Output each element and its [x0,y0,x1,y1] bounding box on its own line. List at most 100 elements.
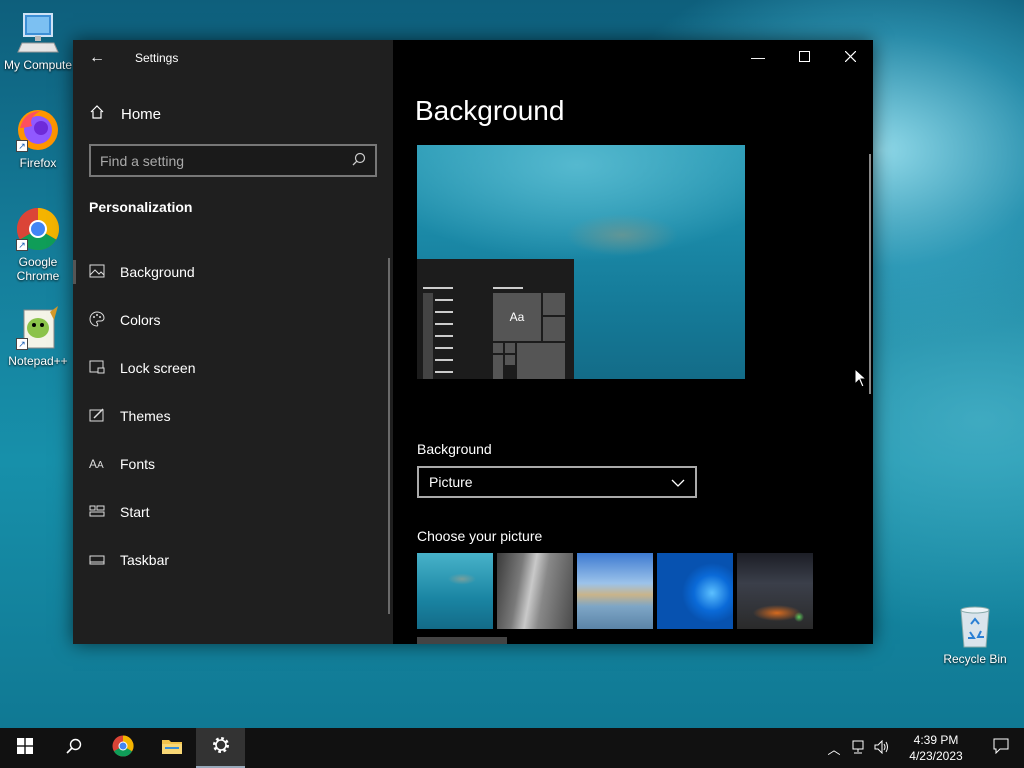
fonts-icon: AA [89,457,104,471]
desktop-icon-label: Firefox [19,156,57,170]
background-preview: Aa [417,145,745,379]
nav-item-background[interactable]: Background [73,248,393,296]
settings-window: ← Settings Home Find a setting Personali… [73,40,873,644]
volume-icon[interactable] [870,739,894,757]
nav-item-label: Fonts [120,456,156,472]
picture-thumb-night-sky[interactable] [737,553,813,629]
taskbar-icon [89,552,109,568]
minimize-icon: — [751,49,765,65]
desktop-icon-chrome[interactable]: ↗ Google Chrome [0,205,76,283]
thumbnail-row-partial [417,637,507,644]
settings-content-pane: — Background Aa Background Picture Choos… [393,40,873,644]
dropdown-value: Picture [429,474,473,490]
shortcut-arrow-icon: ↗ [16,239,28,251]
start-button[interactable] [0,728,49,768]
home-icon [89,104,109,124]
shortcut-arrow-icon: ↗ [16,140,28,152]
picture-thumb-rock[interactable] [497,553,573,629]
themes-icon [89,407,109,425]
maximize-button[interactable] [781,40,827,74]
maximize-icon [798,49,810,65]
taskbar-file-explorer-button[interactable] [147,728,196,768]
back-button[interactable]: ← [73,40,121,76]
picture-thumb-underwater[interactable] [417,553,493,629]
windows-logo-icon [16,737,33,759]
desktop-icon-recycle-bin[interactable]: Recycle Bin [940,602,1010,666]
nav-item-label: Colors [120,312,161,328]
system-tray: ︿ 4:39 PM 4/23/2023 [822,728,1024,768]
picture-icon [89,264,109,281]
picture-thumb-beach[interactable] [577,553,653,629]
nav-item-label: Background [120,264,195,280]
action-center-button[interactable] [978,738,1024,758]
search-input[interactable]: Find a setting [89,144,377,177]
nav-item-themes[interactable]: Themes [73,392,393,440]
clock-date: 4/23/2023 [909,749,963,763]
chevron-up-icon[interactable]: ︿ [822,739,846,758]
palette-icon [89,310,109,330]
picture-thumbnails [417,553,813,629]
nav-item-label: Lock screen [120,360,196,376]
desktop-icon-my-computer[interactable]: My Compute [0,8,76,72]
page-title: Background [415,95,565,126]
mouse-cursor-icon [854,367,868,393]
notification-icon [993,738,1009,758]
nav-item-taskbar[interactable]: Taskbar [73,536,393,584]
desktop-icon-label: Notepad++ [8,354,68,368]
background-type-dropdown[interactable]: Picture [417,466,697,498]
preview-tile-label: Aa [493,293,541,341]
computer-icon [14,8,62,56]
recycle-bin-icon [951,602,999,650]
firefox-icon: ↗ [14,106,62,154]
settings-icon [211,735,231,760]
clock-time: 4:39 PM [913,733,959,747]
desktop-icon-notepadpp[interactable]: ↗ Notepad++ [0,304,76,368]
search-icon [65,738,82,759]
shortcut-arrow-icon: ↗ [16,338,28,350]
desktop-icon-label: Recycle Bin [943,652,1007,666]
desktop-icon-label: Google Chrome [16,255,60,283]
nav-list: Background Colors Lock screen Themes AA … [73,248,393,584]
chevron-down-icon [671,474,685,490]
chrome-icon: ↗ [14,205,62,253]
desktop-icon-firefox[interactable]: ↗ Firefox [0,106,76,170]
nav-item-label: Start [120,504,150,520]
window-controls: — [735,40,873,74]
desktop-icon-label: My Compute [3,58,73,72]
lock-screen-icon [89,360,109,377]
content-scrollbar[interactable] [869,154,871,394]
taskbar-chrome-button[interactable] [98,728,147,768]
nav-item-lock-screen[interactable]: Lock screen [73,344,393,392]
title-bar: ← Settings [73,40,393,76]
clock[interactable]: 4:39 PM 4/23/2023 [900,732,972,764]
nav-item-colors[interactable]: Colors [73,296,393,344]
home-link[interactable]: Home [73,94,393,134]
network-icon[interactable] [846,740,870,757]
minimize-button[interactable]: — [735,40,781,74]
home-label: Home [121,105,162,123]
preview-start-menu: Aa [417,259,574,379]
start-icon [89,504,109,520]
choose-picture-label: Choose your picture [417,528,543,544]
app-title: Settings [135,51,179,65]
search-icon [352,152,366,169]
section-title: Personalization [89,199,193,215]
back-arrow-icon: ← [89,49,105,66]
search-placeholder: Find a setting [100,152,185,169]
nav-item-label: Taskbar [120,552,170,568]
nav-scrollbar[interactable] [388,258,390,614]
taskbar: ︿ 4:39 PM 4/23/2023 [0,728,1024,768]
background-type-label: Background [417,441,492,457]
close-button[interactable] [827,40,873,74]
taskbar-settings-button[interactable] [196,728,245,768]
close-icon [844,49,856,65]
file-explorer-icon [161,737,183,760]
settings-nav-pane: ← Settings Home Find a setting Personali… [73,40,393,644]
notepadpp-icon: ↗ [14,304,62,352]
picture-thumb-windows[interactable] [657,553,733,629]
chrome-icon [111,734,135,763]
taskbar-search-button[interactable] [49,728,98,768]
nav-item-start[interactable]: Start [73,488,393,536]
nav-item-fonts[interactable]: AA Fonts [73,440,393,488]
nav-item-label: Themes [120,408,171,424]
